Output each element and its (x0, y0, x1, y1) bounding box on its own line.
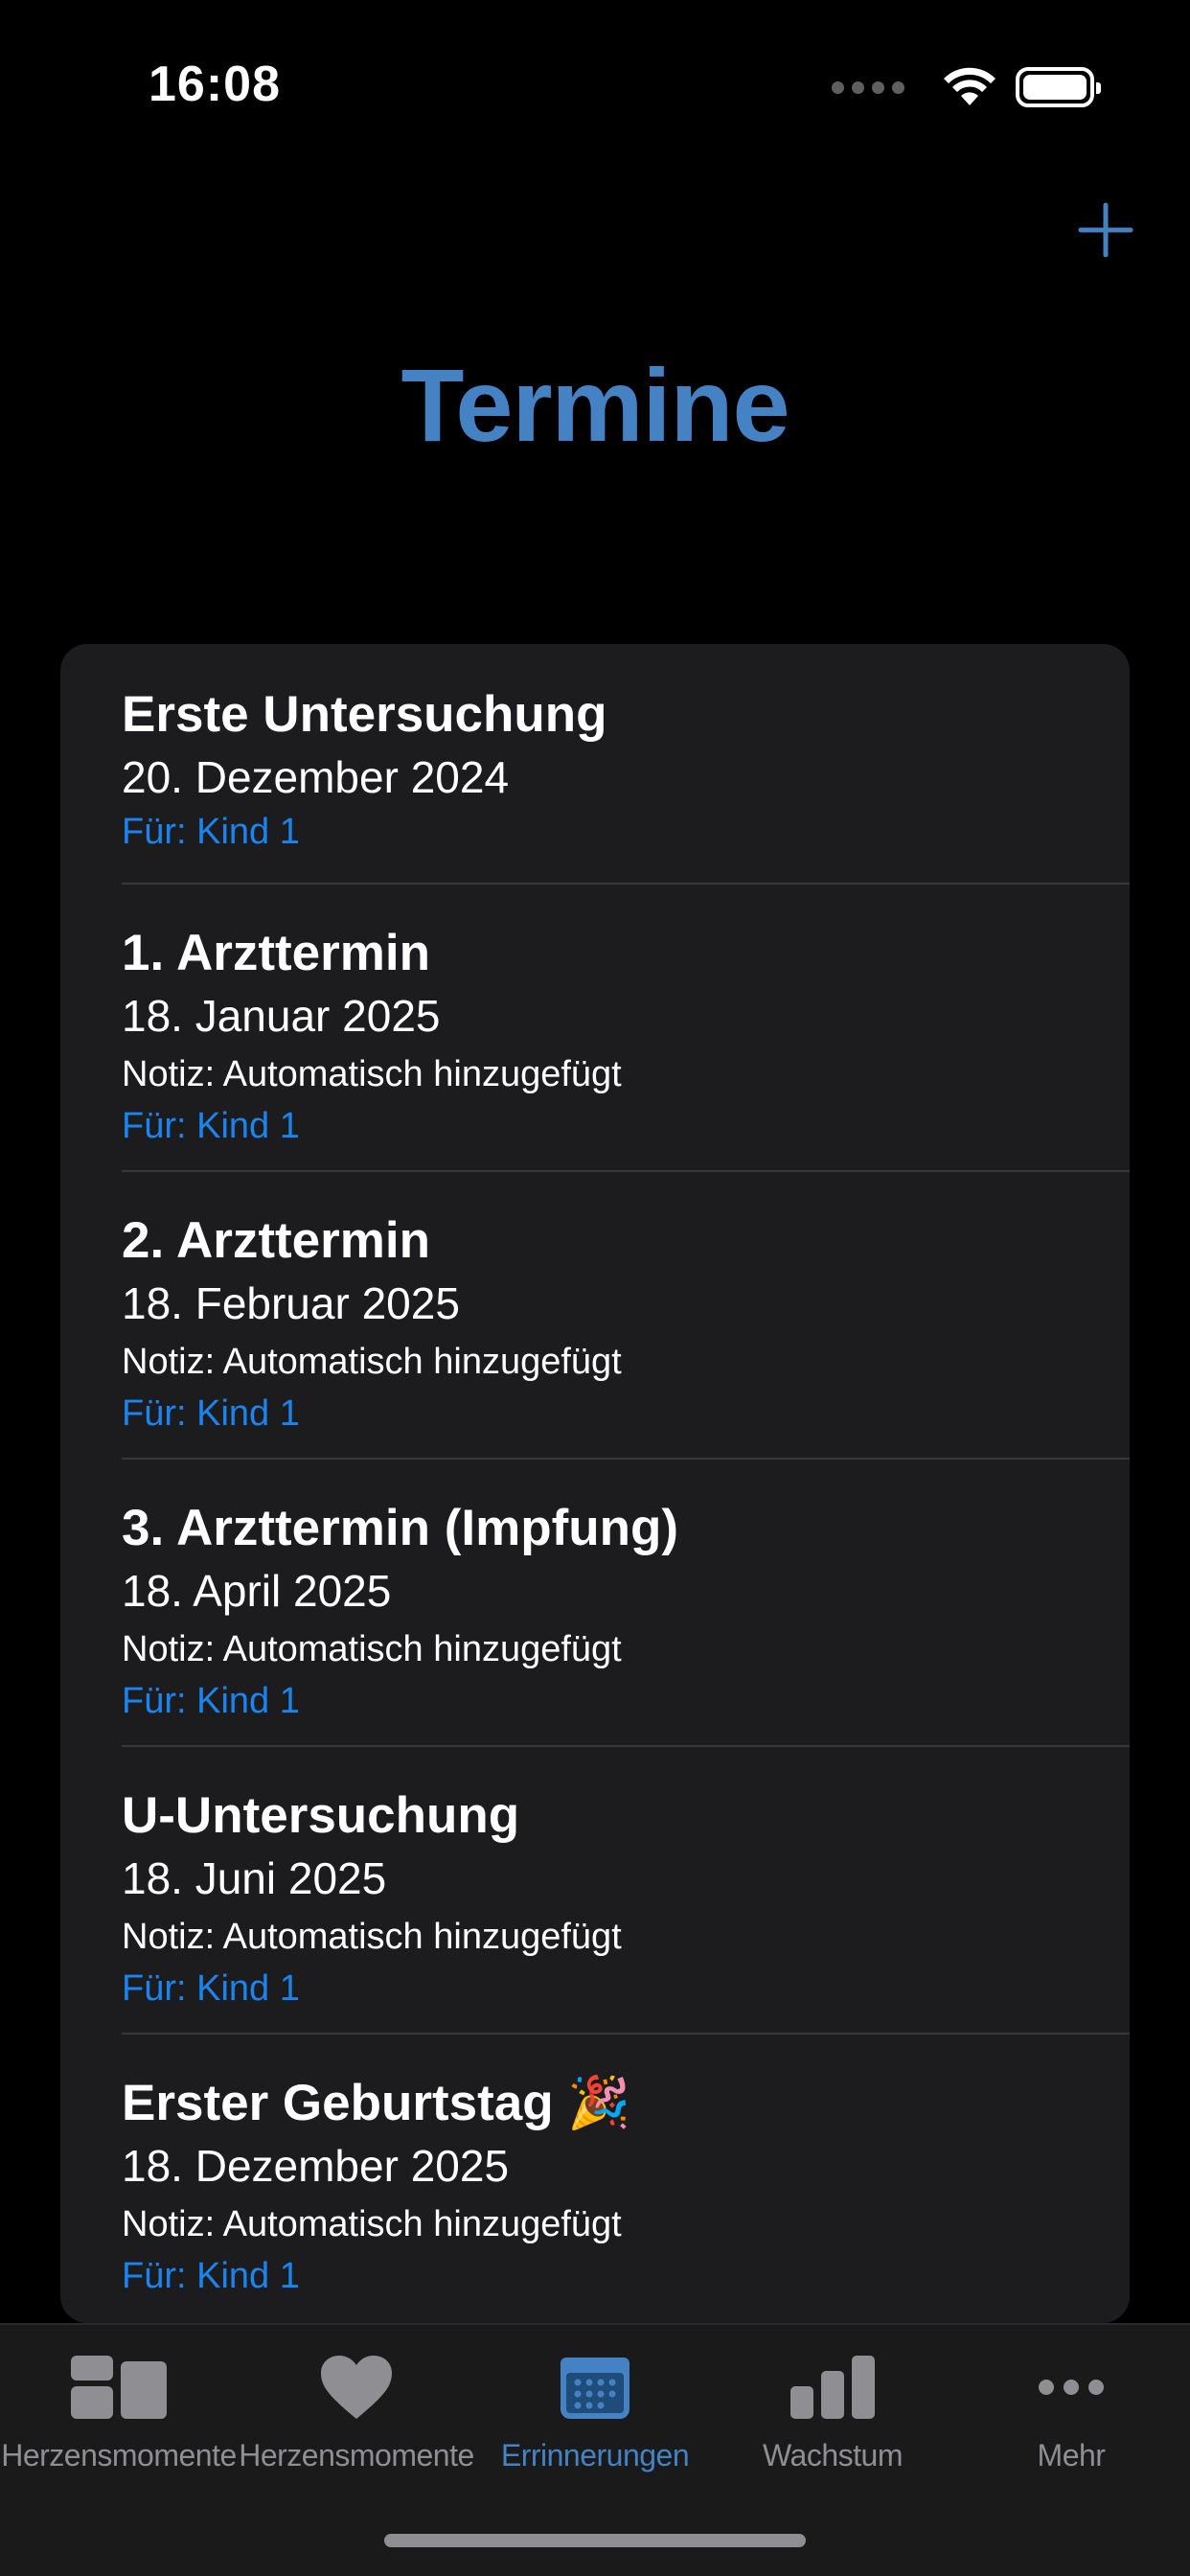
list-item[interactable]: Erster Geburtstag 🎉 18. Dezember 2025 No… (60, 2033, 1130, 2320)
battery-icon (1016, 67, 1101, 107)
list-item[interactable]: U-Untersuchung 18. Juni 2025 Notiz: Auto… (60, 1745, 1130, 2033)
appointment-title: 3. Arzttermin (Impfung) (122, 1500, 679, 1556)
tab-herzensmomente-2[interactable]: Herzensmomente (238, 2344, 475, 2497)
list-item[interactable]: 1. Arzttermin 18. Januar 2025 Notiz: Aut… (60, 883, 1130, 1170)
appointment-note: Notiz: Automatisch hinzugefügt (122, 1917, 622, 1957)
appointment-note: Notiz: Automatisch hinzugefügt (122, 1629, 622, 1669)
add-appointment-button[interactable] (1077, 201, 1134, 259)
heart-icon (238, 2344, 475, 2430)
list-item[interactable]: 3. Arzttermin (Impfung) 18. April 2025 N… (60, 1458, 1130, 1745)
calendar-icon (476, 2344, 714, 2430)
appointment-child: Für: Kind 1 (122, 1681, 300, 1721)
appointment-date: 18. Januar 2025 (122, 991, 441, 1041)
appointment-title: U-Untersuchung (122, 1787, 520, 1844)
appointment-child: Für: Kind 1 (122, 1968, 300, 2009)
tab-label: Mehr (1037, 2438, 1106, 2472)
status-icons (832, 63, 1101, 111)
page-title: Termine (400, 347, 790, 463)
appointment-date: 18. Februar 2025 (122, 1278, 460, 1328)
tab-errinnerungen[interactable]: Errinnerungen (476, 2344, 714, 2497)
list-item[interactable]: Erste Untersuchung 20. Dezember 2024 Für… (60, 644, 1130, 883)
appointment-title: Erster Geburtstag 🎉 (122, 2075, 631, 2131)
appointment-title: 2. Arzttermin (122, 1212, 430, 1269)
appointment-date: 18. Juni 2025 (122, 1853, 387, 1903)
appointment-note: Notiz: Automatisch hinzugefügt (122, 2204, 622, 2244)
screen: 16:08 Termine Erste Untersuchung 20. Dez… (0, 0, 1190, 2576)
appointment-note: Notiz: Automatisch hinzugefügt (122, 1342, 622, 1382)
status-time: 16:08 (149, 57, 281, 112)
home-indicator (384, 2534, 806, 2547)
tab-wachstum[interactable]: Wachstum (714, 2344, 951, 2497)
plus-icon (1078, 202, 1133, 258)
appointment-title: 1. Arzttermin (122, 925, 430, 981)
appointment-child: Für: Kind 1 (122, 1106, 300, 1146)
appointment-list: Erste Untersuchung 20. Dezember 2024 Für… (60, 644, 1130, 2323)
wifi-icon (943, 67, 996, 107)
appointment-date: 18. April 2025 (122, 1566, 392, 1616)
tab-mehr[interactable]: Mehr (952, 2344, 1190, 2497)
appointment-child: Für: Kind 1 (122, 2256, 300, 2296)
appointment-child: Für: Kind 1 (122, 812, 300, 852)
appointment-child: Für: Kind 1 (122, 1393, 300, 1434)
more-icon (952, 2344, 1190, 2430)
tab-label: Herzensmomente (239, 2438, 474, 2472)
appointment-title: Erste Untersuchung (122, 686, 607, 743)
bar-chart-icon (714, 2344, 951, 2430)
tab-label: Errinnerungen (500, 2438, 690, 2472)
tab-label: Herzensmomente (1, 2438, 237, 2472)
tab-herzensmomente-1[interactable]: Herzensmomente (0, 2344, 238, 2497)
dashboard-icon (0, 2344, 238, 2430)
tab-label: Wachstum (763, 2438, 903, 2472)
cellular-signal-icon (832, 80, 904, 94)
list-item[interactable]: 2. Arzttermin 18. Februar 2025 Notiz: Au… (60, 1170, 1130, 1458)
appointment-note: Notiz: Automatisch hinzugefügt (122, 1054, 622, 1094)
appointment-date: 18. Dezember 2025 (122, 2141, 510, 2191)
appointment-date: 20. Dezember 2024 (122, 752, 510, 802)
